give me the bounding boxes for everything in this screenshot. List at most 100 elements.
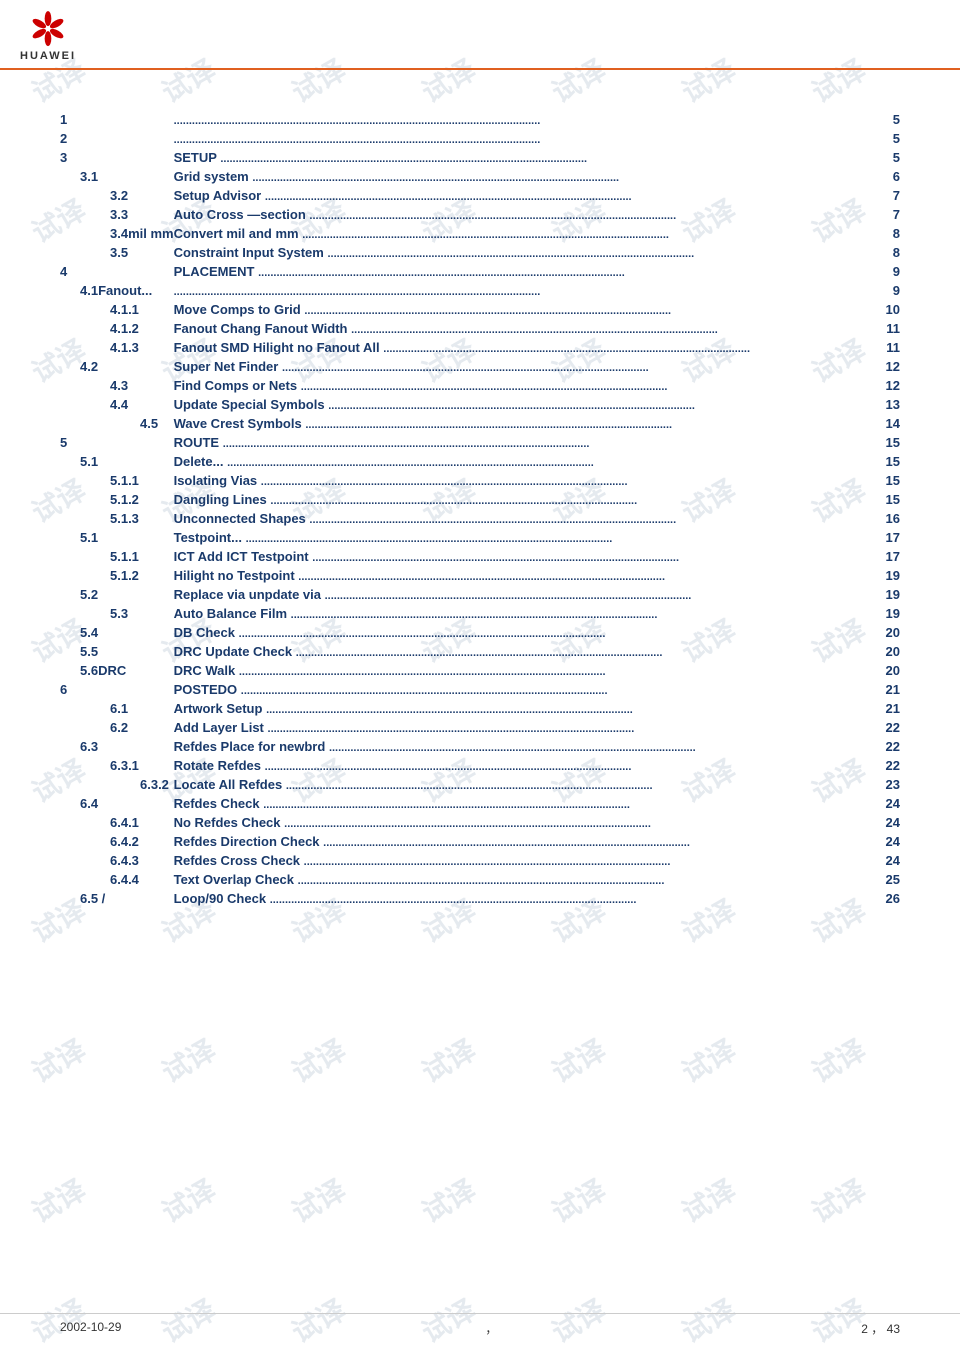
toc-dots: ........................................… — [325, 590, 692, 602]
toc-dots: ........................................… — [270, 894, 637, 906]
toc-number: 5.2 — [60, 585, 174, 604]
toc-dots: ........................................… — [304, 305, 671, 317]
toc-number: 5.4 — [60, 623, 174, 642]
toc-number: 6.4.3 — [60, 851, 174, 870]
toc-dots: ........................................… — [304, 856, 671, 868]
toc-title-text: Refdes Check — [174, 796, 260, 811]
toc-dots: ........................................… — [270, 495, 637, 507]
toc-dots: ........................................… — [309, 514, 676, 526]
toc-dots: ........................................… — [252, 172, 619, 184]
toc-page: 14 — [860, 414, 900, 433]
toc-dots: ........................................… — [223, 438, 590, 450]
toc-title: ROUTE ..................................… — [174, 433, 860, 452]
toc-row: 4.1.1Move Comps to Grid ................… — [60, 300, 900, 319]
toc-title-text: DB Check — [174, 625, 235, 640]
toc-row: 5.1.2Hilight no Testpoint ..............… — [60, 566, 900, 585]
toc-page: 20 — [860, 642, 900, 661]
toc-title-text: Add Layer List — [174, 720, 264, 735]
toc-number: 3 — [60, 148, 174, 167]
toc-title-text: Testpoint... — [174, 530, 242, 545]
toc-dots: ........................................… — [246, 533, 613, 545]
toc-row: 4.4Update Special Symbols ..............… — [60, 395, 900, 414]
toc-title-text: Wave Crest Symbols — [174, 416, 302, 431]
toc-number: 1 — [60, 110, 174, 129]
toc-title: Isolating Vias .........................… — [174, 471, 860, 490]
toc-dots: ........................................… — [329, 742, 696, 754]
toc-number: 4.1.3 — [60, 338, 174, 357]
main-content: 1 ......................................… — [0, 70, 960, 948]
toc-dots: ........................................… — [309, 210, 676, 222]
toc-page: 24 — [860, 851, 900, 870]
toc-page: 21 — [860, 680, 900, 699]
toc-number: 6.1 — [60, 699, 174, 718]
toc-number: 6.3.2 — [60, 775, 174, 794]
toc-dots: ........................................… — [265, 761, 632, 773]
toc-row: 5.1.1ICT Add ICT Testpoint .............… — [60, 547, 900, 566]
toc-row: 5.1Delete... ...........................… — [60, 452, 900, 471]
toc-page: 8 — [860, 224, 900, 243]
footer: 2002-10-29 ， 2 ， 43 — [0, 1313, 960, 1337]
toc-row: 6.4.1No Refdes Check ...................… — [60, 813, 900, 832]
toc-title-text: Refdes Cross Check — [174, 853, 300, 868]
toc-title-text: Refdes Direction Check — [174, 834, 320, 849]
toc-dots: ........................................… — [286, 780, 653, 792]
toc-title-text: Dangling Lines — [174, 492, 267, 507]
toc-number: 4.1Fanout... — [60, 281, 174, 300]
toc-title: Refdes Cross Check .....................… — [174, 851, 860, 870]
toc-title-text: Setup Advisor — [174, 188, 262, 203]
toc-title: Replace via unpdate via ................… — [174, 585, 860, 604]
toc-title-text: Locate All Refdes — [174, 777, 283, 792]
toc-title: Artwork Setup ..........................… — [174, 699, 860, 718]
toc-title-text: Loop/90 Check — [174, 891, 266, 906]
toc-number: 4.2 — [60, 357, 174, 376]
toc-page: 6 — [860, 167, 900, 186]
toc-dots: ........................................… — [298, 571, 665, 583]
toc-dots: ........................................… — [351, 324, 718, 336]
toc-page: 23 — [860, 775, 900, 794]
toc-page: 20 — [860, 661, 900, 680]
toc-page: 9 — [860, 262, 900, 281]
toc-title-text: DRC Update Check — [174, 644, 292, 659]
toc-number: 5.1 — [60, 452, 174, 471]
logo-area: HUAWEI — [20, 10, 76, 62]
toc-row: 1 ......................................… — [60, 110, 900, 129]
toc-title: ........................................… — [174, 129, 860, 148]
toc-page: 15 — [860, 452, 900, 471]
toc-page: 11 — [860, 338, 900, 357]
toc-number: 6.4 — [60, 794, 174, 813]
toc-title-text: Delete... — [174, 454, 224, 469]
footer-page: 2 ， 43 — [861, 1320, 900, 1337]
toc-number: 5.1.3 — [60, 509, 174, 528]
toc-page: 25 — [860, 870, 900, 889]
toc-page: 22 — [860, 718, 900, 737]
toc-title: Rotate Refdes ..........................… — [174, 756, 860, 775]
toc-page: 8 — [860, 243, 900, 262]
toc-title: Hilight no Testpoint ...................… — [174, 566, 860, 585]
toc-page: 19 — [860, 604, 900, 623]
toc-title: ICT Add ICT Testpoint ..................… — [174, 547, 860, 566]
toc-dots: ........................................… — [265, 191, 632, 203]
toc-page: 15 — [860, 433, 900, 452]
toc-dots: ........................................… — [268, 723, 635, 735]
toc-page: 15 — [860, 471, 900, 490]
toc-dots: ........................................… — [302, 229, 669, 241]
toc-page: 15 — [860, 490, 900, 509]
toc-dots: ........................................… — [323, 837, 690, 849]
toc-title-text: Artwork Setup — [174, 701, 263, 716]
toc-title: Convert mil and mm .....................… — [174, 224, 860, 243]
toc-dots: ........................................… — [174, 286, 541, 298]
toc-title: Refdes Check ...........................… — [174, 794, 860, 813]
toc-title: Constraint Input System ................… — [174, 243, 860, 262]
toc-title: ........................................… — [174, 281, 860, 300]
toc-title: Refdes Place for newbrd ................… — [174, 737, 860, 756]
toc-row: 6.4.2Refdes Direction Check ............… — [60, 832, 900, 851]
toc-row: 6.4.4Text Overlap Check ................… — [60, 870, 900, 889]
toc-number: 6.5 / — [60, 889, 174, 908]
toc-page: 22 — [860, 737, 900, 756]
toc-number: 5.1.1 — [60, 471, 174, 490]
toc-dots: ........................................… — [239, 666, 606, 678]
toc-page: 17 — [860, 547, 900, 566]
toc-title-text: Text Overlap Check — [174, 872, 294, 887]
toc-number: 6.4.4 — [60, 870, 174, 889]
toc-row: 3.4mil mmConvert mil and mm ............… — [60, 224, 900, 243]
